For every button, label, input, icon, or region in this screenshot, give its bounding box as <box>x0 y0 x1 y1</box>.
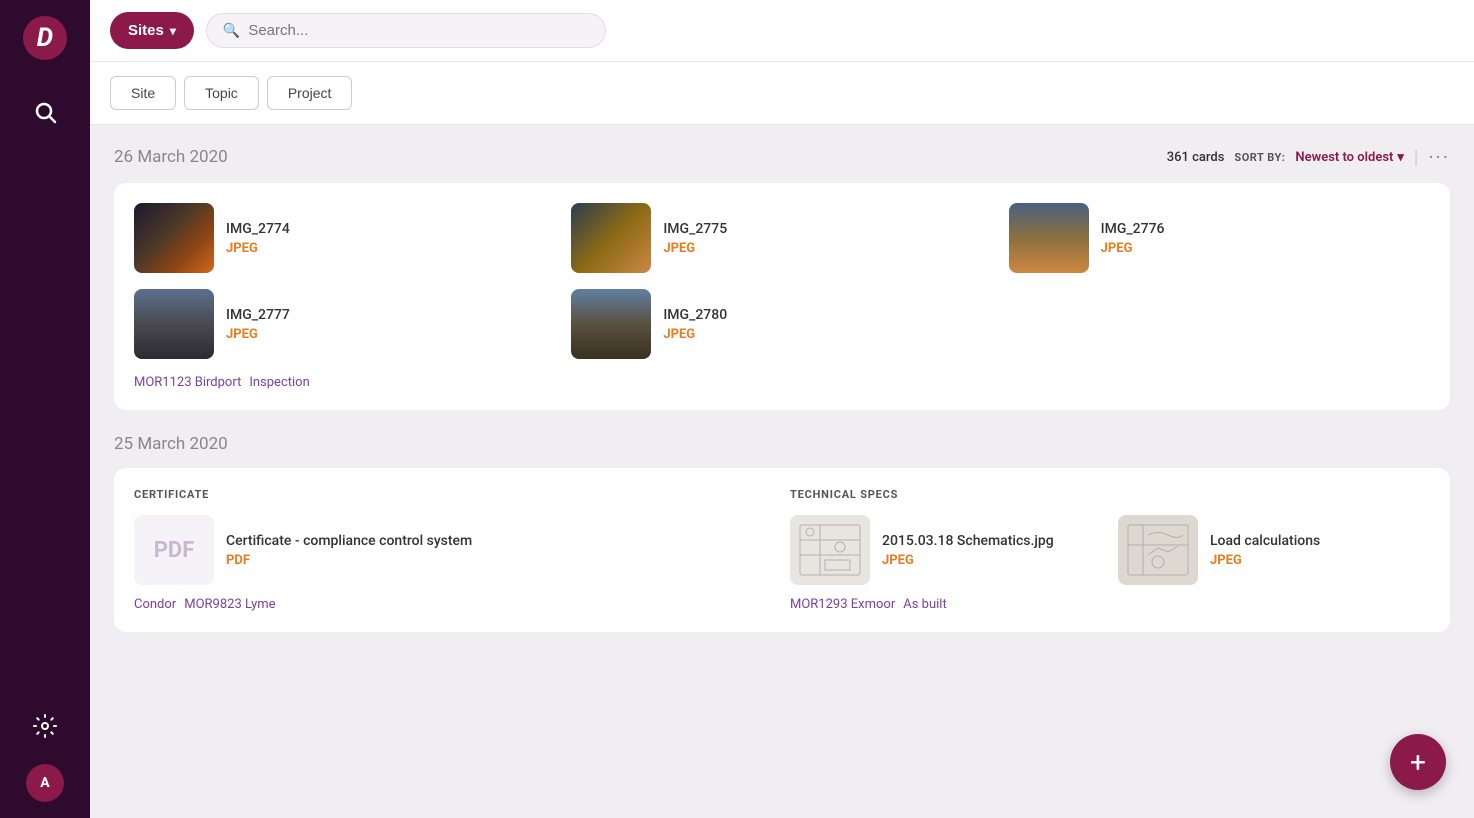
sort-area: 361 cards SORT BY: Newest to oldest ▾ | … <box>1167 145 1450 169</box>
section2-grid: CERTIFICATE PDF Certificate - compliance… <box>134 488 1430 612</box>
technical-specs-subsection: TECHNICAL SPECS <box>790 488 1430 612</box>
file-name: Certificate - compliance control system <box>226 533 472 549</box>
section1-date: 26 March 2020 <box>114 147 228 167</box>
chevron-down-icon: ▾ <box>170 24 176 38</box>
file-info: IMG_2776 JPEG <box>1101 221 1165 256</box>
file-name: IMG_2777 <box>226 307 290 323</box>
file-type: JPEG <box>882 553 1054 568</box>
file-name: IMG_2774 <box>226 221 290 237</box>
file-info: 2015.03.18 Schematics.jpg JPEG <box>882 533 1054 568</box>
settings-icon[interactable] <box>23 704 67 748</box>
tag-condor[interactable]: Condor <box>134 597 176 612</box>
tag-birdport[interactable]: MOR1123 Birdport <box>134 375 241 390</box>
pdf-icon: PDF <box>154 538 195 563</box>
logo-letter: D <box>37 25 53 51</box>
load-thumbnail[interactable] <box>1118 515 1198 585</box>
list-item: PDF Certificate - compliance control sys… <box>134 515 774 585</box>
list-item: Load calculations JPEG <box>1118 515 1430 585</box>
more-options-button[interactable]: ··· <box>1428 145 1450 169</box>
certificate-tags: Condor MOR9823 Lyme <box>134 597 774 612</box>
file-info: Load calculations JPEG <box>1210 533 1320 568</box>
file-type: PDF <box>226 553 472 568</box>
technical-specs-files: 2015.03.18 Schematics.jpg JPEG <box>790 515 1430 585</box>
chevron-down-icon-sort: ▾ <box>1397 150 1404 165</box>
file-type: JPEG <box>663 241 727 256</box>
content-area: 26 March 2020 361 cards SORT BY: Newest … <box>90 125 1474 818</box>
file-name: IMG_2775 <box>663 221 727 237</box>
file-info: Certificate - compliance control system … <box>226 533 472 568</box>
file-thumbnail[interactable] <box>134 203 214 273</box>
topbar: Sites ▾ 🔍 <box>90 0 1474 62</box>
pdf-thumbnail[interactable]: PDF <box>134 515 214 585</box>
search-icon-small: 🔍 <box>223 23 240 39</box>
file-name: IMG_2776 <box>1101 221 1165 237</box>
section2-card-group: CERTIFICATE PDF Certificate - compliance… <box>114 468 1450 632</box>
main-content: Sites ▾ 🔍 Site Topic Project 26 March 20… <box>90 0 1474 818</box>
search-bar: 🔍 <box>206 13 606 48</box>
section2-header: 25 March 2020 <box>114 434 1450 454</box>
file-type: JPEG <box>226 327 290 342</box>
tag-inspection[interactable]: Inspection <box>249 375 309 390</box>
file-name: 2015.03.18 Schematics.jpg <box>882 533 1054 549</box>
file-name: IMG_2780 <box>663 307 727 323</box>
list-item: 2015.03.18 Schematics.jpg JPEG <box>790 515 1102 585</box>
section1-header: 26 March 2020 361 cards SORT BY: Newest … <box>114 145 1450 169</box>
section1-card-group: IMG_2774 JPEG IMG_2775 JPEG IMG_2776 J <box>114 183 1450 410</box>
file-type: JPEG <box>226 241 290 256</box>
sort-dropdown[interactable]: Newest to oldest ▾ <box>1295 150 1404 165</box>
tag-exmoor[interactable]: MOR1293 Exmoor <box>790 597 895 612</box>
list-item: IMG_2775 JPEG <box>571 203 992 273</box>
avatar[interactable]: A <box>26 764 64 802</box>
technical-specs-tags: MOR1293 Exmoor As built <box>790 597 1430 612</box>
sites-button[interactable]: Sites ▾ <box>110 12 194 49</box>
file-name: Load calculations <box>1210 533 1320 549</box>
file-type: JPEG <box>1210 553 1320 568</box>
file-type: JPEG <box>663 327 727 342</box>
sort-label: SORT BY: <box>1234 151 1285 164</box>
divider: | <box>1414 147 1418 168</box>
file-grid-section1: IMG_2774 JPEG IMG_2775 JPEG IMG_2776 J <box>134 203 1430 359</box>
tab-project[interactable]: Project <box>267 76 353 110</box>
file-thumbnail[interactable] <box>1009 203 1089 273</box>
list-item: IMG_2777 JPEG <box>134 289 555 359</box>
schematic-thumbnail[interactable] <box>790 515 870 585</box>
file-thumbnail[interactable] <box>571 289 651 359</box>
card-count: 361 cards <box>1167 150 1225 165</box>
file-thumbnail[interactable] <box>571 203 651 273</box>
tab-site[interactable]: Site <box>110 76 176 110</box>
list-item: IMG_2776 JPEG <box>1009 203 1430 273</box>
list-item: IMG_2774 JPEG <box>134 203 555 273</box>
list-item: IMG_2780 JPEG <box>571 289 992 359</box>
tab-topic[interactable]: Topic <box>184 76 259 110</box>
file-info: IMG_2780 JPEG <box>663 307 727 342</box>
logo: D <box>23 16 67 60</box>
tag-as-built[interactable]: As built <box>903 597 946 612</box>
technical-specs-label: TECHNICAL SPECS <box>790 488 1430 501</box>
tag-lyme[interactable]: MOR9823 Lyme <box>184 597 275 612</box>
certificate-files: PDF Certificate - compliance control sys… <box>134 515 774 585</box>
search-icon[interactable] <box>23 90 67 134</box>
file-info: IMG_2777 JPEG <box>226 307 290 342</box>
file-type: JPEG <box>1101 241 1165 256</box>
filter-tabs: Site Topic Project <box>90 62 1474 125</box>
file-thumbnail[interactable] <box>134 289 214 359</box>
certificate-label: CERTIFICATE <box>134 488 774 501</box>
sidebar: D A <box>0 0 90 818</box>
file-info: IMG_2775 JPEG <box>663 221 727 256</box>
section1-tags: MOR1123 Birdport Inspection <box>134 375 1430 390</box>
file-info: IMG_2774 JPEG <box>226 221 290 256</box>
section2-date: 25 March 2020 <box>114 434 228 454</box>
certificate-subsection: CERTIFICATE PDF Certificate - compliance… <box>134 488 774 612</box>
search-input[interactable] <box>248 22 589 39</box>
fab-add-button[interactable]: + <box>1390 734 1446 790</box>
